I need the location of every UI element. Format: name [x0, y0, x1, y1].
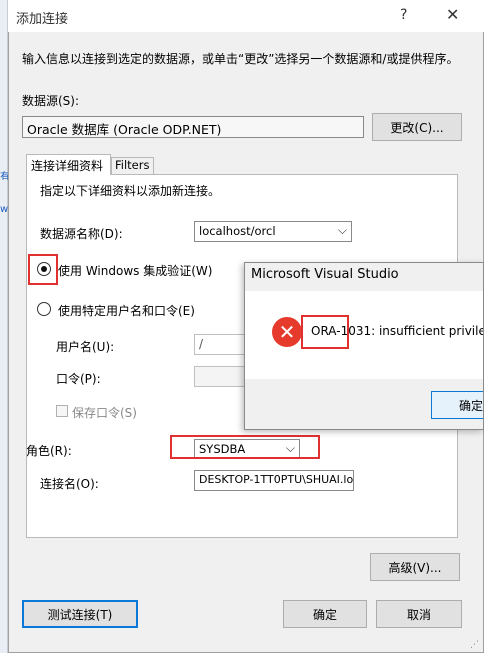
tab-connection-details[interactable]: 连接详细资料: [26, 154, 111, 175]
radio-user-password[interactable]: [37, 302, 51, 316]
error-message-box: Microsoft Visual Studio ✕ ORA-1031: insu…: [244, 262, 484, 430]
save-password-checkbox[interactable]: [56, 405, 68, 417]
chevron-down-icon: ⌵: [337, 223, 347, 237]
data-source-name-combo[interactable]: localhost/orcl ⌵: [194, 221, 352, 242]
error-icon: ✕: [272, 317, 302, 347]
highlight-box-error-code: [301, 315, 349, 349]
advanced-button[interactable]: 高级(V)...: [370, 553, 460, 581]
background-window-strip: 有 w: [0, 0, 8, 653]
dialog-titlebar: [8, 0, 484, 32]
dialog-title: 添加连接: [16, 12, 69, 27]
data-source-field: Oracle 数据库 (Oracle ODP.NET): [22, 116, 364, 138]
radio-windows-auth-label[interactable]: 使用 Windows 集成验证(W): [58, 262, 212, 279]
background-text-fragment: w: [0, 204, 8, 215]
ok-button[interactable]: 确定: [283, 600, 367, 628]
data-source-label: 数据源(S):: [22, 94, 80, 108]
username-label: 用户名(U):: [56, 340, 115, 354]
background-text-fragment: 有: [0, 172, 8, 180]
close-icon[interactable]: ✕: [446, 5, 459, 24]
role-label: 角色(R):: [26, 444, 72, 458]
resize-grip-icon[interactable]: ⋰: [470, 640, 479, 650]
message-box-title: Microsoft Visual Studio: [251, 267, 399, 282]
message-box-ok-button[interactable]: 确定: [431, 391, 483, 419]
highlight-box-role: [170, 435, 320, 459]
save-password-label: 保存口令(S): [72, 406, 137, 420]
help-button[interactable]: ?: [400, 7, 407, 23]
connection-name-label: 连接名(O):: [40, 477, 99, 491]
radio-user-password-label[interactable]: 使用特定用户名和口令(E): [58, 302, 195, 319]
data-source-name-value: localhost/orcl: [199, 224, 276, 238]
cancel-button[interactable]: 取消: [376, 600, 462, 628]
change-button[interactable]: 更改(C)...: [372, 113, 462, 141]
details-hint: 指定以下详细资料以添加新连接。: [40, 184, 221, 198]
password-label: 口令(P):: [56, 372, 101, 386]
highlight-box-radio: [28, 254, 58, 285]
test-connection-button[interactable]: 测试连接(T): [22, 600, 138, 628]
tab-filters[interactable]: Filters: [111, 157, 154, 174]
connection-name-input[interactable]: DESKTOP-1TT0PTU\SHUAI.locall: [194, 470, 354, 491]
data-source-name-label: 数据源名称(D):: [40, 227, 123, 241]
message-box-body: ✕ ORA-1031: insufficient privileg: [245, 291, 483, 379]
instruction-text: 输入信息以连接到选定的数据源，或单击“更改”选择另一个数据源和/或提供程序。: [22, 52, 459, 66]
